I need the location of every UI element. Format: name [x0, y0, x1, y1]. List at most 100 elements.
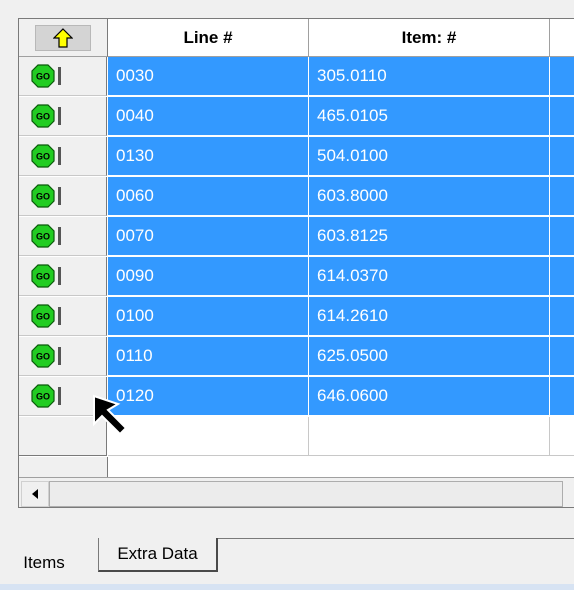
line-number-cell[interactable]: 0040: [108, 97, 309, 136]
next-column-cell[interactable]: [550, 177, 574, 216]
go-icon: GO: [31, 64, 55, 88]
grid-header: Line # Item: #: [19, 19, 574, 57]
line-number-cell[interactable]: 0060: [108, 177, 309, 216]
line-number: 0130: [116, 146, 154, 165]
row-header-filler: [19, 457, 108, 477]
go-icon-label: GO: [36, 272, 50, 282]
item-number-cell[interactable]: 305.0110: [309, 57, 550, 96]
table-row[interactable]: GO 0090 614.0370: [19, 257, 574, 297]
item-number: 465.0105: [317, 106, 388, 125]
line-number-cell[interactable]: 0070: [108, 217, 309, 256]
table-row[interactable]: GO 0060 603.8000: [19, 177, 574, 217]
line-number-cell[interactable]: 0120: [108, 377, 309, 416]
table-row[interactable]: GO 0110 625.0500: [19, 337, 574, 377]
next-column-cell[interactable]: [550, 137, 574, 176]
item-number-cell[interactable]: 504.0100: [309, 137, 550, 176]
line-number-cell[interactable]: 0110: [108, 337, 309, 376]
row-header[interactable]: GO: [19, 177, 107, 216]
go-icon: GO: [31, 384, 55, 408]
row-header[interactable]: GO: [19, 297, 107, 336]
line-number: 0030: [116, 66, 154, 85]
table-row[interactable]: GO 0030 305.0110: [19, 57, 574, 97]
item-number: 646.0600: [317, 386, 388, 405]
row-header[interactable]: GO: [19, 137, 107, 176]
next-column-cell[interactable]: [550, 97, 574, 136]
up-arrow-icon: [53, 27, 73, 48]
line-number: 0070: [116, 226, 154, 245]
item-number-cell[interactable]: 614.0370: [309, 257, 550, 296]
next-column-cell[interactable]: [550, 257, 574, 296]
table-row[interactable]: GO 0070 603.8125: [19, 217, 574, 257]
go-button[interactable]: GO: [31, 304, 61, 328]
next-column-cell[interactable]: [550, 377, 574, 416]
go-icon-label: GO: [36, 152, 50, 162]
bottom-border: [0, 584, 574, 590]
next-column-cell[interactable]: [550, 337, 574, 376]
item-number-cell[interactable]: 465.0105: [309, 97, 550, 136]
item-number-cell[interactable]: 625.0500: [309, 337, 550, 376]
tab-extra-data[interactable]: Extra Data: [98, 538, 218, 572]
next-column-cell[interactable]: [550, 297, 574, 336]
tab-strip: Items Extra Data: [0, 538, 574, 584]
go-button[interactable]: GO: [31, 264, 61, 288]
item-number: 614.0370: [317, 266, 388, 285]
column-header-item[interactable]: Item: #: [309, 19, 550, 57]
go-icon-label: GO: [36, 352, 50, 362]
tab-items[interactable]: Items: [10, 548, 78, 578]
item-number-cell[interactable]: 603.8125: [309, 217, 550, 256]
scroll-left-button[interactable]: [21, 481, 49, 507]
row-header[interactable]: GO: [19, 217, 107, 256]
go-button[interactable]: GO: [31, 144, 61, 168]
row-header[interactable]: GO: [19, 257, 107, 296]
go-button[interactable]: GO: [31, 104, 61, 128]
table-row[interactable]: GO 0100 614.2610: [19, 297, 574, 337]
table-row[interactable]: GO 0040 465.0105: [19, 97, 574, 137]
line-number-cell[interactable]: 0030: [108, 57, 309, 96]
row-header[interactable]: GO: [19, 337, 107, 376]
go-button[interactable]: GO: [31, 384, 61, 408]
go-divider: [58, 147, 61, 165]
go-button[interactable]: GO: [31, 224, 61, 248]
go-icon: GO: [31, 264, 55, 288]
go-icon: GO: [31, 304, 55, 328]
sort-button[interactable]: [35, 24, 91, 51]
go-divider: [58, 107, 61, 125]
column-header-item-label: Item: #: [401, 27, 457, 47]
scroll-thumb[interactable]: [49, 481, 563, 507]
next-column-cell[interactable]: [550, 57, 574, 96]
next-column-cell[interactable]: [550, 217, 574, 256]
row-header[interactable]: GO: [19, 97, 107, 136]
item-number-cell[interactable]: [309, 417, 550, 456]
line-number-cell[interactable]: 0090: [108, 257, 309, 296]
line-number: 0090: [116, 266, 154, 285]
go-divider: [58, 307, 61, 325]
go-icon-label: GO: [36, 312, 50, 322]
column-header-line[interactable]: Line #: [108, 19, 309, 57]
go-icon: GO: [31, 104, 55, 128]
go-icon-label: GO: [36, 112, 50, 122]
column-header-next[interactable]: [550, 19, 574, 57]
go-icon-label: GO: [36, 192, 50, 202]
item-number: 305.0110: [317, 66, 387, 85]
line-number-cell[interactable]: 0100: [108, 297, 309, 336]
line-number-cell[interactable]: 0130: [108, 137, 309, 176]
item-number: 625.0500: [317, 346, 388, 365]
item-number-cell[interactable]: 614.2610: [309, 297, 550, 336]
go-button[interactable]: GO: [31, 344, 61, 368]
line-number-cell[interactable]: [108, 417, 309, 456]
go-icon: GO: [31, 144, 55, 168]
row-header[interactable]: GO: [19, 57, 107, 96]
go-icon: GO: [31, 184, 55, 208]
item-number-cell[interactable]: 646.0600: [309, 377, 550, 416]
horizontal-scrollbar[interactable]: [19, 477, 574, 507]
item-number-cell[interactable]: 603.8000: [309, 177, 550, 216]
go-button[interactable]: GO: [31, 184, 61, 208]
go-button[interactable]: GO: [31, 64, 61, 88]
next-column-cell[interactable]: [550, 417, 574, 456]
header-corner: [19, 19, 108, 57]
go-icon-label: GO: [36, 392, 50, 402]
table-row[interactable]: GO 0130 504.0100: [19, 137, 574, 177]
go-divider: [58, 387, 61, 405]
tab-items-label: Items: [23, 553, 65, 572]
go-divider: [58, 347, 61, 365]
